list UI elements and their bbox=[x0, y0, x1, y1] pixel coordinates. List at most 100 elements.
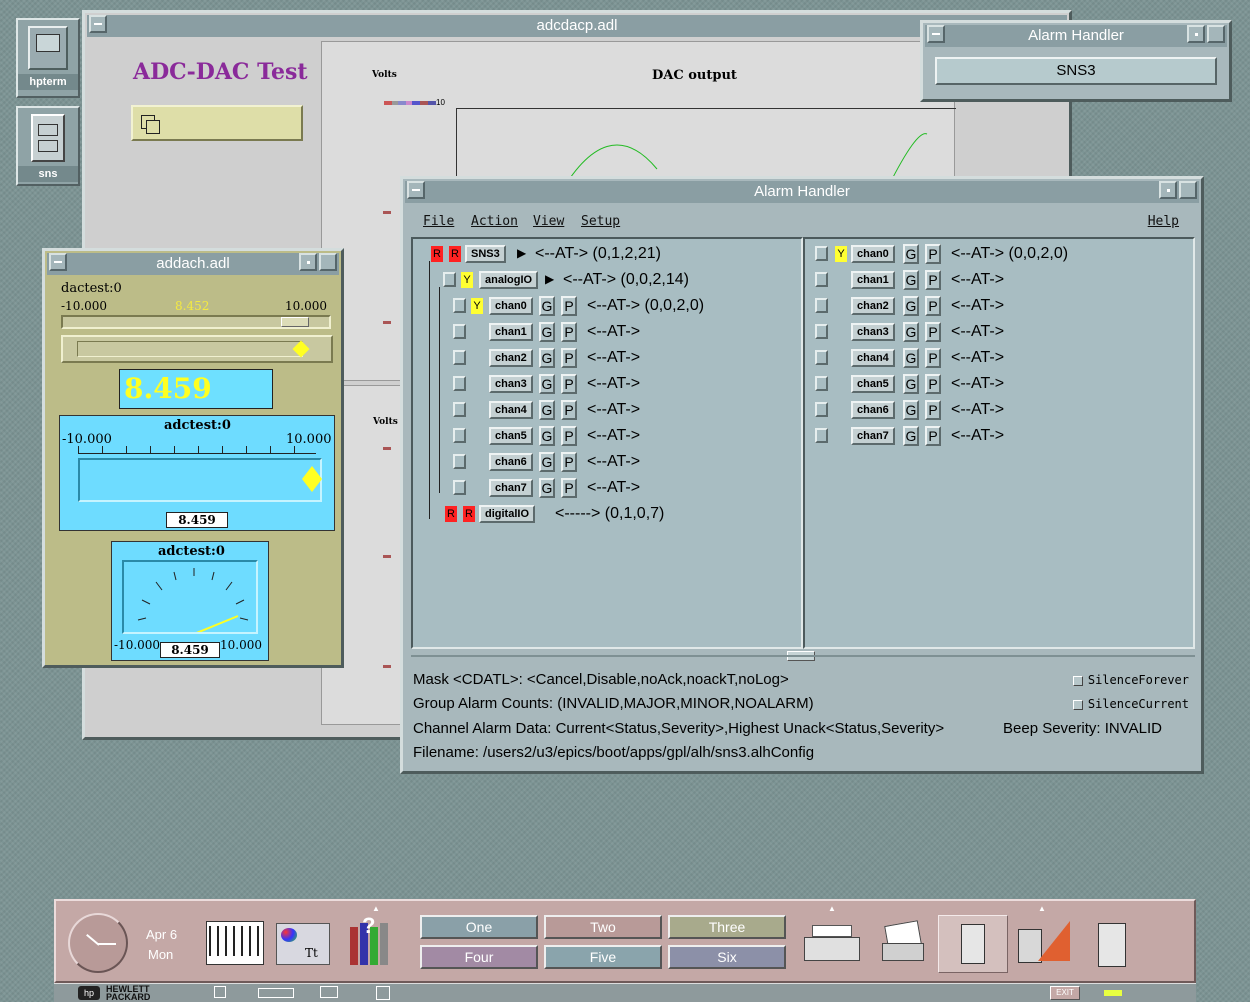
exit-button[interactable]: EXIT bbox=[1050, 986, 1080, 1000]
expand-arrow-icon[interactable]: ▶ bbox=[545, 268, 554, 290]
window-menu-button[interactable] bbox=[407, 181, 425, 199]
alarm-titlebar[interactable]: Alarm Handler bbox=[405, 181, 1199, 203]
expand-arrow-icon[interactable]: ▶ bbox=[517, 242, 526, 264]
slider-thumb[interactable] bbox=[281, 317, 309, 327]
guidance-button[interactable]: G bbox=[539, 426, 555, 446]
tree-row-chan2[interactable]: chan2 G P <--AT-> bbox=[441, 347, 801, 369]
workspace-three[interactable]: Three bbox=[668, 915, 786, 939]
desktop-icon-hpterm[interactable]: hpterm bbox=[16, 18, 80, 98]
channel-chan6-button[interactable]: chan6 bbox=[489, 453, 533, 471]
guidance-button[interactable]: G bbox=[539, 400, 555, 420]
guidance-button[interactable]: G bbox=[903, 348, 919, 368]
guidance-button[interactable]: G bbox=[539, 296, 555, 316]
guidance-button[interactable]: G bbox=[903, 400, 919, 420]
panel-arrow[interactable]: ▲ bbox=[828, 904, 836, 913]
workspace-mini-icon[interactable] bbox=[258, 988, 294, 998]
maximize-button[interactable] bbox=[319, 253, 337, 271]
process-button[interactable]: P bbox=[561, 296, 577, 316]
process-button[interactable]: P bbox=[561, 452, 577, 472]
process-button[interactable]: P bbox=[925, 322, 941, 342]
channel-row-chan1[interactable]: chan1 G P <--AT-> bbox=[815, 269, 1191, 291]
channel-row-chan7[interactable]: chan7 G P <--AT-> bbox=[815, 425, 1191, 447]
channel-row-chan6[interactable]: chan6 G P <--AT-> bbox=[815, 399, 1191, 421]
menu-file[interactable]: File bbox=[423, 214, 454, 229]
application-manager-icon[interactable] bbox=[1018, 921, 1074, 967]
mask-checkbox[interactable] bbox=[453, 350, 466, 365]
process-button[interactable]: P bbox=[925, 400, 941, 420]
channel-chan3-button[interactable]: chan3 bbox=[489, 375, 533, 393]
tree-row-chan1[interactable]: chan1 G P <--AT-> bbox=[441, 321, 801, 343]
file-manager-icon[interactable] bbox=[938, 915, 1008, 973]
process-button[interactable]: P bbox=[925, 244, 941, 264]
lock-icon[interactable] bbox=[214, 986, 226, 998]
channel-chan2-button[interactable]: chan2 bbox=[851, 297, 895, 315]
style-manager-icon[interactable]: Tt bbox=[276, 923, 330, 965]
maximize-button[interactable] bbox=[1179, 181, 1197, 199]
panel-arrow[interactable]: ▲ bbox=[1038, 904, 1046, 913]
tree-row-chan3[interactable]: chan3 G P <--AT-> bbox=[441, 373, 801, 395]
trash-can-icon[interactable] bbox=[1098, 923, 1126, 967]
menu-help[interactable]: Help bbox=[1148, 214, 1179, 229]
guidance-button[interactable]: G bbox=[539, 348, 555, 368]
channel-chan2-button[interactable]: chan2 bbox=[489, 349, 533, 367]
workspace-six[interactable]: Six bbox=[668, 945, 786, 969]
guidance-button[interactable]: G bbox=[539, 322, 555, 342]
mask-checkbox[interactable] bbox=[453, 402, 466, 417]
channel-chan4-button[interactable]: chan4 bbox=[489, 401, 533, 419]
guidance-button[interactable]: G bbox=[903, 426, 919, 446]
tree-row-chan0[interactable]: Y chan0 G P <--AT-> (0,0,2,0) bbox=[441, 295, 801, 317]
process-button[interactable]: P bbox=[925, 296, 941, 316]
channel-chan0-button[interactable]: chan0 bbox=[489, 297, 533, 315]
tree-row-chan7[interactable]: chan7 G P <--AT-> bbox=[441, 477, 801, 499]
channel-chan0-button[interactable]: chan0 bbox=[851, 245, 895, 263]
channel-chan1-button[interactable]: chan1 bbox=[851, 271, 895, 289]
tree-row-sns3[interactable]: R R SNS3 ▶ <--AT-> (0,1,2,21) bbox=[431, 243, 801, 265]
channel-chan5-button[interactable]: chan5 bbox=[851, 375, 895, 393]
silence-forever-toggle[interactable]: SilenceForever bbox=[1073, 673, 1189, 687]
channel-row-chan0[interactable]: Y chan0 G P <--AT-> (0,0,2,0) bbox=[815, 243, 1191, 265]
silence-current-toggle[interactable]: SilenceCurrent bbox=[1073, 697, 1189, 711]
mask-checkbox[interactable] bbox=[453, 298, 466, 313]
guidance-button[interactable]: G bbox=[539, 478, 555, 498]
process-button[interactable]: P bbox=[561, 322, 577, 342]
process-button[interactable]: P bbox=[561, 348, 577, 368]
guidance-button[interactable]: G bbox=[903, 322, 919, 342]
help-books-icon[interactable]: ? bbox=[350, 913, 396, 967]
guidance-button[interactable]: G bbox=[903, 270, 919, 290]
mask-checkbox[interactable] bbox=[453, 428, 466, 443]
alarm-mini-titlebar[interactable]: Alarm Handler bbox=[925, 25, 1227, 47]
process-button[interactable]: P bbox=[925, 374, 941, 394]
guidance-button[interactable]: G bbox=[539, 374, 555, 394]
mask-checkbox[interactable] bbox=[453, 376, 466, 391]
process-button[interactable]: P bbox=[561, 374, 577, 394]
printer-icon[interactable] bbox=[804, 925, 860, 965]
performance-monitor-icon[interactable] bbox=[206, 921, 264, 965]
tree-row-chan5[interactable]: chan5 G P <--AT-> bbox=[441, 425, 801, 447]
mask-checkbox[interactable] bbox=[453, 480, 466, 495]
terminal-mini-icon[interactable] bbox=[320, 986, 338, 998]
desktop-icon-sns[interactable]: sns bbox=[16, 106, 80, 186]
mask-checkbox[interactable] bbox=[815, 350, 828, 365]
channel-row-chan2[interactable]: chan2 G P <--AT-> bbox=[815, 295, 1191, 317]
process-button[interactable]: P bbox=[925, 426, 941, 446]
group-tree-pane[interactable]: R R SNS3 ▶ <--AT-> (0,1,2,21) Y analogIO… bbox=[411, 237, 803, 649]
menu-view[interactable]: View bbox=[533, 214, 564, 229]
minimize-button[interactable] bbox=[299, 253, 317, 271]
tree-row-chan6[interactable]: chan6 G P <--AT-> bbox=[441, 451, 801, 473]
channel-row-chan5[interactable]: chan5 G P <--AT-> bbox=[815, 373, 1191, 395]
group-analogio-button[interactable]: analogIO bbox=[479, 271, 539, 289]
group-sns3-button[interactable]: SNS3 bbox=[465, 245, 506, 263]
mask-checkbox[interactable] bbox=[815, 246, 828, 261]
menu-action[interactable]: Action bbox=[471, 214, 518, 229]
mask-checkbox[interactable] bbox=[443, 272, 456, 287]
minimize-button[interactable] bbox=[1187, 25, 1205, 43]
minimize-button[interactable] bbox=[1159, 181, 1177, 199]
mail-icon[interactable] bbox=[878, 919, 928, 965]
process-button[interactable]: P bbox=[561, 426, 577, 446]
workspace-two[interactable]: Two bbox=[544, 915, 662, 939]
group-digitalio-button[interactable]: digitalIO bbox=[479, 505, 535, 523]
mask-checkbox[interactable] bbox=[815, 272, 828, 287]
mask-checkbox[interactable] bbox=[815, 324, 828, 339]
mask-checkbox[interactable] bbox=[815, 298, 828, 313]
channel-row-chan4[interactable]: chan4 G P <--AT-> bbox=[815, 347, 1191, 369]
